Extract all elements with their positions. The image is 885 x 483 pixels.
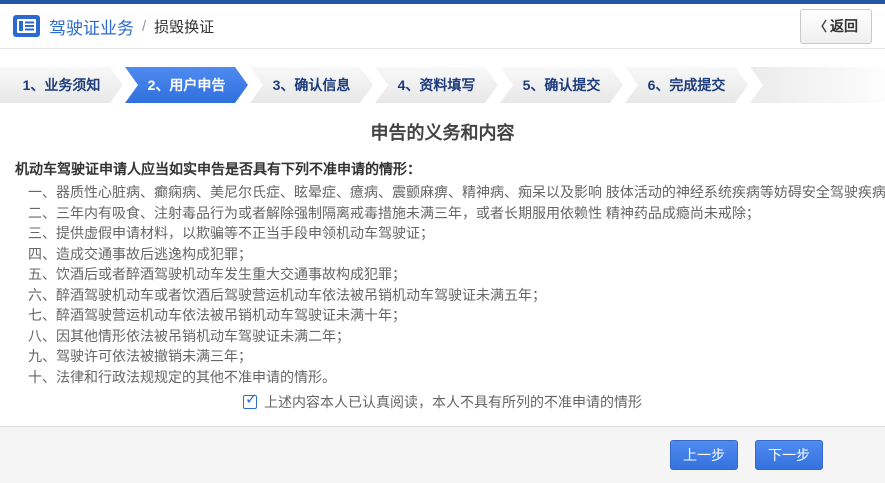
- agreement-label[interactable]: 上述内容本人已认真阅读，本人不具有所列的不准申请的情形: [264, 394, 642, 410]
- breadcrumb-separator: /: [142, 18, 146, 35]
- footer-action-bar: 上一步 下一步: [0, 426, 885, 483]
- declaration-item: 十、法律和行政法规规定的其他不准申请的情形。: [15, 367, 870, 388]
- chevron-left-icon: 〈: [814, 16, 827, 35]
- declaration-item: 一、器质性心脏病、癫痫病、美尼尔氏症、眩晕症、癔病、震颤麻痹、精神病、痴呆以及影…: [15, 182, 870, 203]
- declaration-item: 七、醉酒驾驶营运机动车依法被吊销机动车驾驶证未满十年；: [15, 305, 870, 326]
- back-button-label: 返回: [830, 16, 858, 36]
- back-button[interactable]: 〈 返回: [800, 9, 872, 44]
- declaration-item: 二、三年内有吸食、注射毒品行为或者解除强制隔离戒毒措施未满三年，或者长期服用依赖…: [15, 203, 870, 224]
- declaration-content: 机动车驾驶证申请人应当如实申告是否具有下列不准申请的情形： 一、器质性心脏病、癫…: [0, 159, 885, 412]
- step-5-confirm-submit: 5、确认提交: [500, 67, 623, 103]
- page-title: 申告的义务和内容: [0, 121, 885, 145]
- declaration-item: 八、因其他情形依法被吊销机动车驾驶证未满二年；: [15, 326, 870, 347]
- header: 驾驶证业务 / 损毁换证 〈 返回: [0, 4, 885, 49]
- breadcrumb-current-page: 损毁换证: [154, 16, 214, 37]
- declaration-intro: 机动车驾驶证申请人应当如实申告是否具有下列不准申请的情形：: [15, 159, 870, 179]
- step-wizard-filler: [750, 67, 885, 103]
- declaration-item: 六、醉酒驾驶机动车或者饮酒后驾驶营运机动车依法被吊销机动车驾驶证未满五年；: [15, 285, 870, 306]
- step-1-business-notice: 1、业务须知: [0, 67, 123, 103]
- agreement-checkbox[interactable]: ✓: [243, 395, 257, 409]
- step-wizard: 1、业务须知 2、用户申告 3、确认信息 4、资料填写 5、确认提交 6、完成提…: [0, 67, 885, 103]
- step-3-confirm-info: 3、确认信息: [250, 67, 373, 103]
- declaration-item: 九、驾驶许可依法被撤销未满三年；: [15, 346, 870, 367]
- step-4-fill-materials: 4、资料填写: [375, 67, 498, 103]
- checkmark-icon: ✓: [245, 392, 258, 408]
- next-step-button[interactable]: 下一步: [755, 440, 823, 470]
- form-list-icon: [13, 15, 40, 37]
- step-2-user-declaration: 2、用户申告: [125, 67, 248, 103]
- agreement-row: ✓ 上述内容本人已认真阅读，本人不具有所列的不准申请的情形: [15, 392, 870, 412]
- declaration-item: 五、饮酒后或者醉酒驾驶机动车发生重大交通事故构成犯罪；: [15, 264, 870, 285]
- previous-step-button[interactable]: 上一步: [670, 440, 738, 470]
- declaration-item: 三、提供虚假申请材料，以欺骗等不正当手段申领机动车驾驶证；: [15, 223, 870, 244]
- step-6-complete-submit: 6、完成提交: [625, 67, 748, 103]
- declaration-item: 四、造成交通事故后逃逸构成犯罪；: [15, 244, 870, 265]
- breadcrumb-service-category[interactable]: 驾驶证业务: [49, 14, 134, 39]
